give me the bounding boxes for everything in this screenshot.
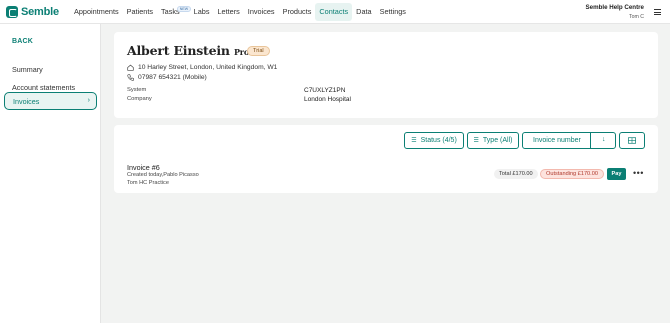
phone-row: 07987 654321 (Mobile) (127, 74, 207, 81)
trial-badge: Trial (247, 46, 270, 56)
nav-settings[interactable]: Settings (376, 3, 410, 21)
semble-logo-icon (6, 5, 18, 18)
nav-labs[interactable]: Labs (190, 3, 214, 21)
columns-button[interactable] (619, 132, 645, 149)
total-badge: Total £170.00 (494, 169, 538, 179)
chevron-right-icon: › (87, 97, 90, 104)
hamburger-menu-icon[interactable] (654, 9, 661, 15)
main-nav: Appointments Patients Tasks NEW Labs Let… (70, 0, 410, 24)
outstanding-badge: Outstanding £170.00 (540, 169, 604, 179)
invoices-card: ☰ Status (4/5) ☰ Type (All) Invoice numb… (114, 125, 658, 193)
home-icon (127, 64, 134, 71)
sort-direction-icon[interactable]: ↓ (602, 136, 606, 143)
phone-icon (127, 74, 134, 81)
nav-letters[interactable]: Letters (213, 3, 243, 21)
sidebar-item-label: Account statements (12, 82, 76, 92)
nav-tasks[interactable]: Tasks NEW (157, 3, 191, 21)
back-link[interactable]: BACK (12, 38, 33, 45)
sort-select-label: Invoice number (533, 137, 581, 144)
nav-invoices[interactable]: Invoices (244, 3, 279, 21)
sidebar-item-invoices[interactable]: Invoices › (4, 92, 97, 110)
sidebar: BACK Summary Account statements Invoices… (0, 24, 101, 323)
patient-name: Albert Einstein Prof (127, 43, 252, 58)
system-label: System (127, 87, 147, 93)
nav-appointments[interactable]: Appointments (70, 3, 123, 21)
help-centre-title: Semble Help Centre (585, 4, 644, 11)
type-filter-label: Type (All) (482, 137, 513, 144)
sidebar-item-summary[interactable]: Summary (4, 60, 97, 78)
address-row: 10 Harley Street, London, United Kingdom… (127, 64, 277, 71)
company-value: London Hospital (304, 96, 351, 103)
app-name: Semble (21, 5, 59, 18)
type-filter-button[interactable]: ☰ Type (All) (467, 132, 519, 149)
nav-products[interactable]: Products (279, 3, 316, 21)
nav-data[interactable]: Data (352, 3, 375, 21)
sort-select[interactable]: Invoice number ↓ (522, 132, 616, 149)
patient-name-text: Albert Einstein (127, 43, 230, 58)
help-centre[interactable]: Semble Help Centre Tom C (586, 4, 644, 20)
nav-contacts[interactable]: Contacts (315, 2, 353, 21)
invoice-created: Created today,Pablo Picasso (127, 172, 199, 178)
system-value: C7UXLYZ1PN (304, 87, 346, 94)
user-name: Tom C (629, 14, 644, 20)
status-filter-label: Status (4/5) (420, 137, 457, 144)
status-filter-button[interactable]: ☰ Status (4/5) (404, 132, 464, 149)
invoice-practice: Tom HC Practice (127, 180, 169, 186)
more-options-icon[interactable]: ••• (633, 169, 644, 178)
pay-button[interactable]: Pay (607, 168, 626, 180)
divider (590, 133, 591, 148)
top-bar: Semble Appointments Patients Tasks NEW L… (0, 0, 670, 24)
sidebar-item-label: Summary (12, 64, 43, 74)
semble-logo[interactable]: Semble (6, 5, 64, 18)
patient-address: 10 Harley Street, London, United Kingdom… (138, 64, 278, 71)
filter-icon: ☰ (473, 138, 479, 144)
invoice-title[interactable]: Invoice #6 (127, 163, 160, 172)
patient-phone: 07987 654321 (Mobile) (138, 74, 207, 81)
sidebar-item-label: Invoices (13, 96, 40, 106)
patient-card: Albert Einstein Prof Trial 10 Harley Str… (114, 32, 658, 118)
nav-patients[interactable]: Patients (123, 3, 157, 21)
filter-icon: ☰ (411, 138, 417, 144)
grid-icon (628, 137, 636, 144)
company-label: Company (127, 96, 152, 102)
new-badge: NEW (177, 5, 191, 12)
